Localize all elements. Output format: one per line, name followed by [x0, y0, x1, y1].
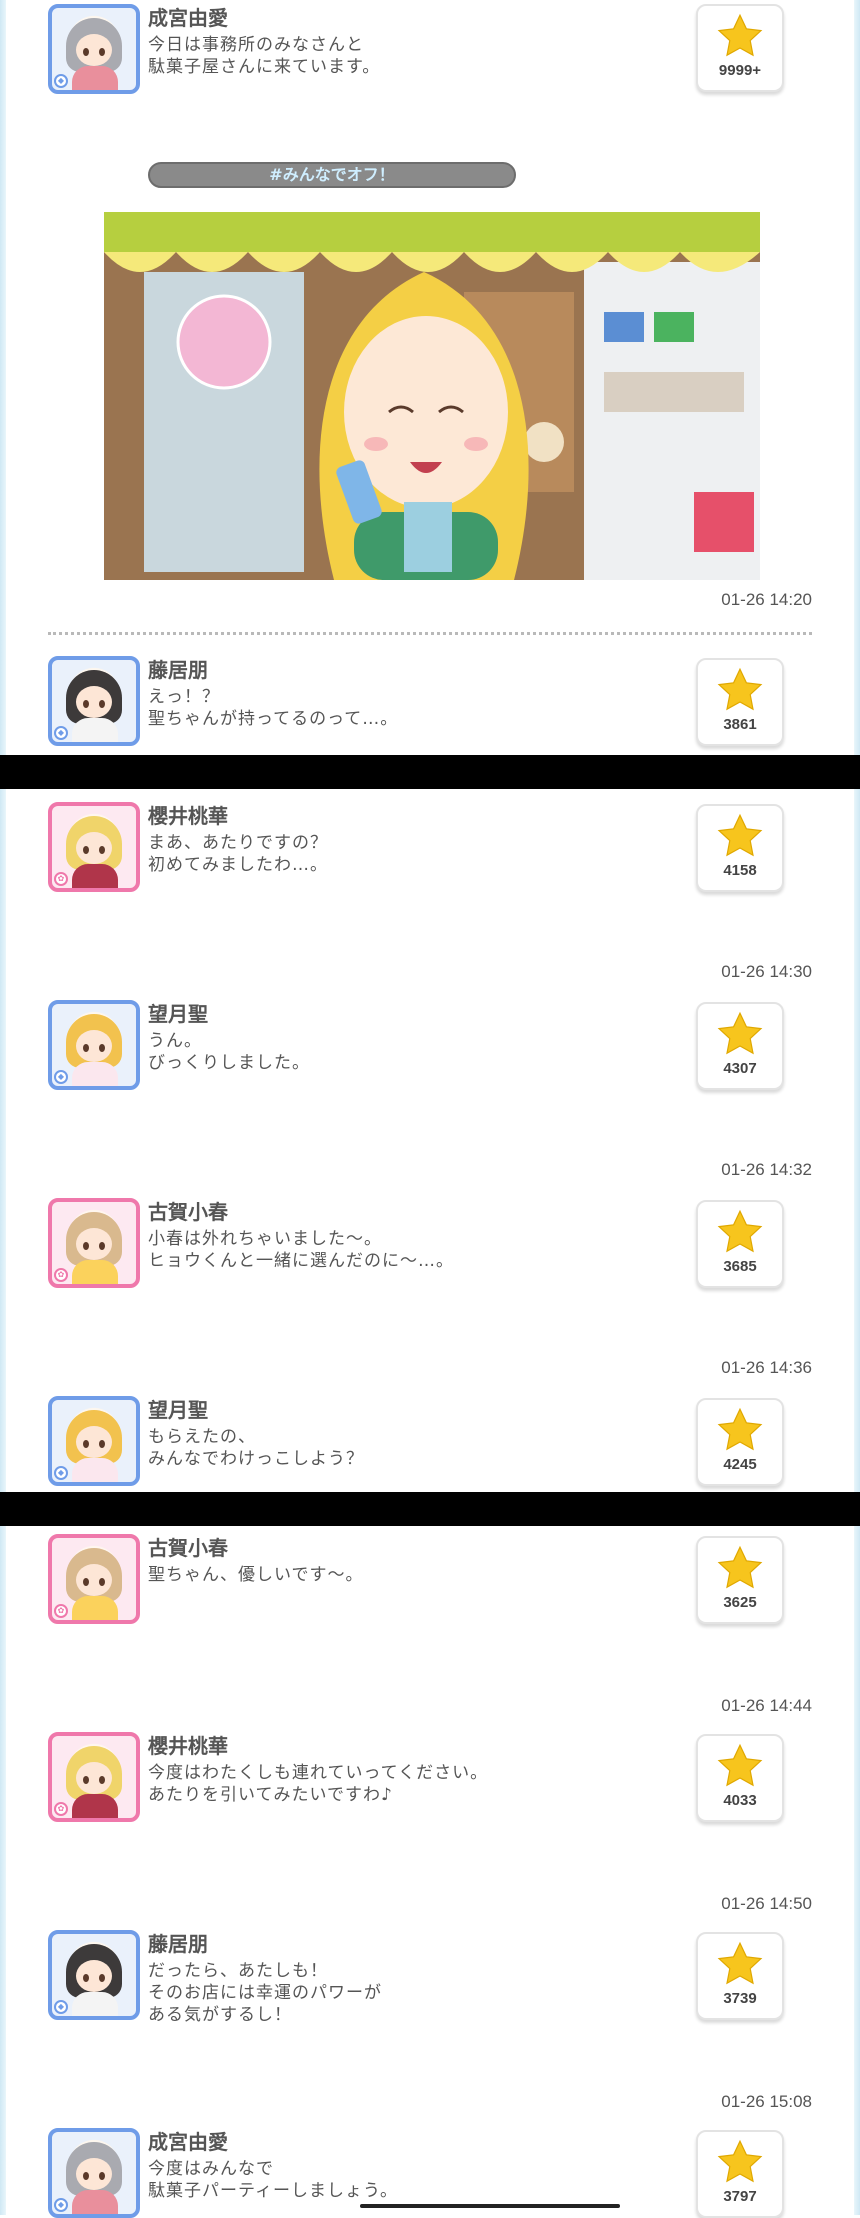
post-text: まあ、あたりですの？ 初めてみましたわ…。 — [148, 833, 328, 875]
post-text: 今日は事務所のみなさんと 駄菓子屋さんに来ています。 — [148, 35, 381, 77]
timestamp: 01-26 14:36 — [721, 1358, 812, 1377]
timestamp: 01-26 14:44 — [721, 1696, 812, 1715]
avatar[interactable]: ◆ — [48, 1000, 140, 1090]
poster-name: 藤居朋 — [148, 1932, 208, 1956]
like-button[interactable]: 4307 — [696, 1002, 784, 1090]
poster-name: 櫻井桃華 — [148, 804, 228, 828]
timestamp: 01-26 15:08 — [721, 2092, 812, 2111]
shop-illustration — [104, 212, 760, 580]
poster-name: 古賀小春 — [148, 1536, 228, 1560]
avatar[interactable]: ✿ — [48, 1732, 140, 1822]
star-icon — [717, 813, 763, 857]
like-count: 4033 — [723, 1792, 757, 1809]
avatar[interactable]: ✿ — [48, 1534, 140, 1624]
like-button[interactable]: 4245 — [696, 1398, 784, 1486]
avatar[interactable]: ✿ — [48, 1198, 140, 1288]
like-count: 4307 — [723, 1060, 757, 1077]
poster-name: 藤居朋 — [148, 658, 208, 682]
like-count: 4245 — [723, 1456, 757, 1473]
avatar[interactable]: ◆ — [48, 2128, 140, 2218]
like-button[interactable]: 9999+ — [696, 4, 784, 92]
like-button[interactable]: 3797 — [696, 2130, 784, 2218]
star-icon — [717, 1407, 763, 1451]
like-count: 3625 — [723, 1594, 757, 1611]
diamond-badge-icon: ✿ — [54, 1268, 68, 1282]
like-count: 3739 — [723, 1990, 757, 2007]
avatar[interactable]: ◆ — [48, 1930, 140, 2020]
post-text: 聖ちゃん、優しいです〜。 — [148, 1565, 364, 1585]
home-indicator — [360, 2204, 620, 2208]
post-text: 今度はわたくしも連れていってください。 あたりを引いてみたいですわ♪ — [148, 1763, 489, 1805]
star-icon — [717, 1743, 763, 1787]
timestamp: 01-26 14:30 — [721, 962, 812, 981]
diamond-badge-icon: ◆ — [54, 74, 68, 88]
diamond-badge-icon: ◆ — [54, 2198, 68, 2212]
timestamp: 01-26 14:20 — [721, 590, 812, 609]
like-button[interactable]: 3739 — [696, 1932, 784, 2020]
poster-name: 櫻井桃華 — [148, 1734, 228, 1758]
avatar[interactable]: ◆ — [48, 1396, 140, 1486]
separator-bar — [0, 755, 860, 789]
poster-name: 成宮由愛 — [148, 6, 228, 30]
avatar[interactable]: ◆ — [48, 4, 140, 94]
poster-name: 成宮由愛 — [148, 2130, 228, 2154]
like-count: 3685 — [723, 1258, 757, 1275]
diamond-badge-icon: ◆ — [54, 1070, 68, 1084]
star-icon — [717, 1941, 763, 1985]
avatar[interactable]: ✿ — [48, 802, 140, 892]
like-button[interactable]: 3685 — [696, 1200, 784, 1288]
like-count: 3797 — [723, 2188, 757, 2205]
diamond-badge-icon: ◆ — [54, 726, 68, 740]
post-text: えっ！？ 聖ちゃんが持ってるのって…。 — [148, 687, 399, 729]
star-icon — [717, 13, 763, 57]
star-icon — [717, 667, 763, 711]
star-icon — [717, 1545, 763, 1589]
diamond-badge-icon: ◆ — [54, 2000, 68, 2014]
post-text: 小春は外れちゃいました〜。 ヒョウくんと一緒に選んだのに〜…。 — [148, 1229, 454, 1271]
diamond-badge-icon: ✿ — [54, 1604, 68, 1618]
avatar[interactable]: ◆ — [48, 656, 140, 746]
like-button[interactable]: 4033 — [696, 1734, 784, 1822]
divider — [48, 632, 812, 635]
like-button[interactable]: 3861 — [696, 658, 784, 746]
like-button[interactable]: 3625 — [696, 1536, 784, 1624]
star-icon — [717, 2139, 763, 2183]
like-count: 9999+ — [718, 62, 762, 79]
screenshot-segment-2 — [0, 789, 860, 1492]
post-photo[interactable] — [104, 212, 760, 580]
timestamp: 01-26 14:32 — [721, 1160, 812, 1179]
diamond-badge-icon: ✿ — [54, 1802, 68, 1816]
post-text: だったら、あたしも！ そのお店には幸運のパワーが ある気がするし！ — [148, 1961, 382, 2025]
poster-name: 望月聖 — [148, 1002, 208, 1026]
post-text: うん。 びっくりしました。 — [148, 1031, 310, 1073]
hashtag-pill[interactable]: #みんなでオフ！ — [148, 162, 516, 188]
timestamp: 01-26 14:50 — [721, 1894, 812, 1913]
star-icon — [717, 1209, 763, 1253]
like-button[interactable]: 4158 — [696, 804, 784, 892]
star-icon — [717, 1011, 763, 1055]
post-text: 今度はみんなで 駄菓子パーティーしましょう。 — [148, 2159, 398, 2201]
like-count: 4158 — [723, 862, 757, 879]
separator-bar — [0, 1492, 860, 1526]
like-count: 3861 — [723, 716, 757, 733]
diamond-badge-icon: ✿ — [54, 872, 68, 886]
post-text: もらえたの、 みんなでわけっこしよう？ — [148, 1427, 364, 1469]
diamond-badge-icon: ◆ — [54, 1466, 68, 1480]
poster-name: 古賀小春 — [148, 1200, 228, 1224]
poster-name: 望月聖 — [148, 1398, 208, 1422]
